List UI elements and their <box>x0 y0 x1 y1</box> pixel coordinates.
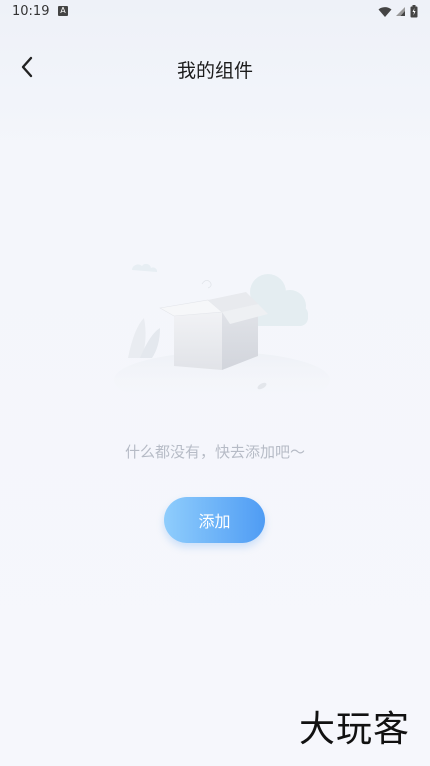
status-bar: 10:19 A <box>0 0 430 24</box>
status-time: 10:19 <box>12 4 50 19</box>
empty-message: 什么都没有，快去添加吧～ <box>124 443 305 461</box>
header: 我的组件 <box>0 42 430 92</box>
page-title: 我的组件 <box>176 60 253 82</box>
signal-icon <box>396 7 405 16</box>
a-icon: A <box>58 6 68 16</box>
watermark-logo: 大玩客 <box>298 709 410 750</box>
empty-box-illustration <box>114 263 330 408</box>
status-icons <box>378 5 418 18</box>
battery-icon <box>410 5 418 18</box>
add-button[interactable]: 添加 <box>164 497 265 543</box>
wifi-icon <box>378 6 392 17</box>
